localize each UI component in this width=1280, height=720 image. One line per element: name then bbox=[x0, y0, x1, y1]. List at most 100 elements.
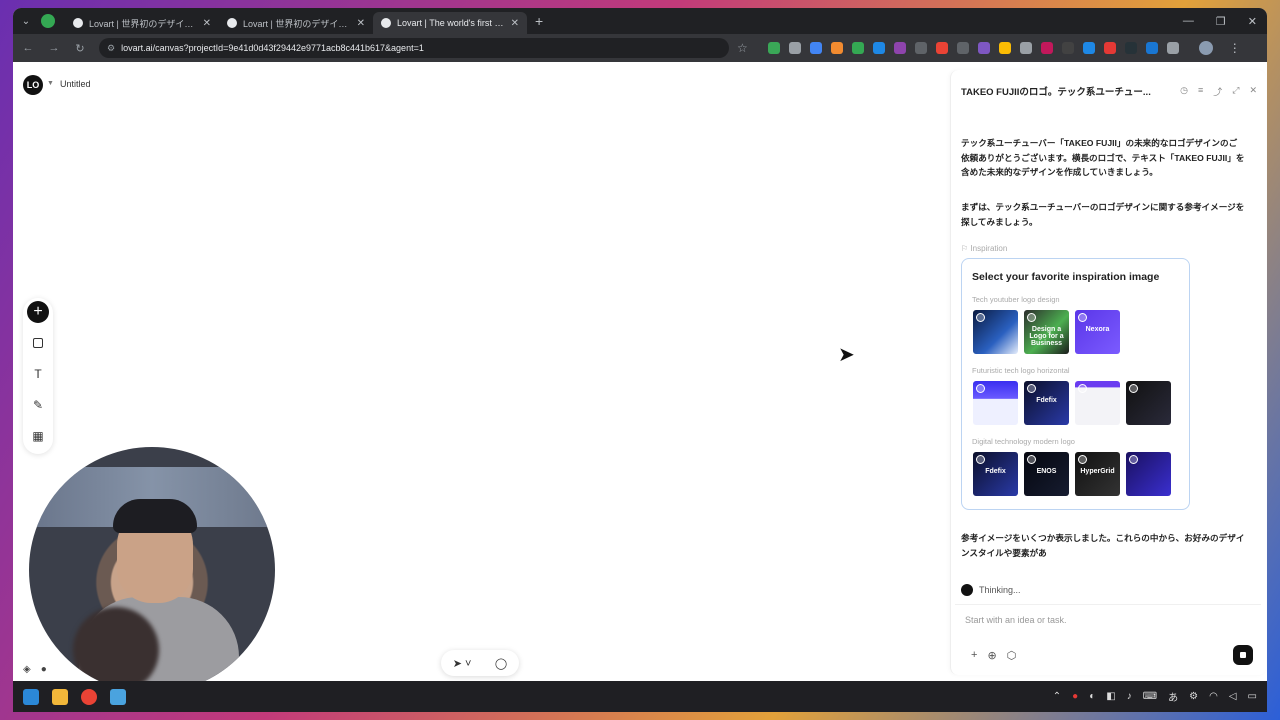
volume-icon[interactable]: ◁ bbox=[1229, 691, 1237, 702]
back-icon[interactable]: ← bbox=[21, 42, 35, 54]
select-checkbox[interactable] bbox=[1078, 455, 1087, 464]
select-checkbox[interactable] bbox=[976, 455, 985, 464]
chevron-up-icon[interactable]: ⌃ bbox=[1053, 691, 1061, 702]
settings-icon[interactable]: ⚙ bbox=[1189, 691, 1198, 702]
inspiration-thumb[interactable] bbox=[973, 381, 1018, 425]
inspiration-thumb[interactable] bbox=[1126, 381, 1171, 425]
browser-tab-3[interactable]: Lovart | The world's first design... ✕ bbox=[373, 12, 527, 34]
close-tab-icon[interactable]: ✕ bbox=[357, 18, 365, 29]
chrome-icon[interactable] bbox=[81, 688, 97, 705]
select-checkbox[interactable] bbox=[1078, 313, 1087, 322]
user-avatar-icon[interactable] bbox=[1198, 41, 1213, 55]
select-checkbox[interactable] bbox=[1027, 313, 1036, 322]
select-checkbox[interactable] bbox=[976, 313, 985, 322]
extension-icon[interactable] bbox=[914, 42, 927, 54]
site-info-icon[interactable]: ⚙ bbox=[107, 43, 115, 54]
close-tab-icon[interactable]: ✕ bbox=[511, 18, 519, 29]
select-checkbox[interactable] bbox=[1027, 455, 1036, 464]
cube-icon[interactable]: ⬡ bbox=[1007, 649, 1017, 662]
select-checkbox[interactable] bbox=[1129, 455, 1138, 464]
pencil-tool-button[interactable]: ✎ bbox=[27, 394, 49, 416]
tray-app-icon[interactable]: ● bbox=[1072, 691, 1078, 702]
share-icon[interactable]: ⤴ bbox=[1213, 85, 1222, 98]
chat-input[interactable]: Start with an idea or task. bbox=[965, 615, 1067, 625]
extension-icon[interactable] bbox=[767, 42, 780, 54]
tray-app-icon[interactable]: ◧ bbox=[1106, 691, 1115, 702]
inspiration-thumb[interactable] bbox=[1075, 381, 1120, 425]
profile-icon[interactable] bbox=[41, 14, 55, 28]
layers-icon[interactable]: ◈ bbox=[23, 664, 31, 675]
close-window-icon[interactable]: ✕ bbox=[1248, 15, 1257, 28]
layout-tool-button[interactable]: ▦ bbox=[27, 425, 49, 447]
select-tool-icon[interactable]: ➤ ˅ bbox=[453, 657, 472, 670]
select-checkbox[interactable] bbox=[1027, 384, 1036, 393]
browser-tab-1[interactable]: Lovart | 世界初のデザインエージェ... ✕ bbox=[65, 12, 219, 34]
extension-icon[interactable] bbox=[998, 42, 1011, 54]
windows-start-icon[interactable] bbox=[23, 688, 39, 705]
tray-app-icon[interactable]: ◐ bbox=[1089, 691, 1095, 702]
comment-tool-icon[interactable]: ◯ bbox=[495, 657, 507, 670]
extension-icon[interactable] bbox=[1082, 42, 1095, 54]
extension-icon[interactable] bbox=[788, 42, 801, 54]
extension-icon[interactable] bbox=[956, 42, 969, 54]
browser-menu-icon[interactable]: ⋮ bbox=[1229, 41, 1241, 55]
ime-icon[interactable]: あ bbox=[1168, 689, 1178, 704]
extension-icon[interactable] bbox=[935, 42, 948, 54]
extension-icon[interactable] bbox=[851, 42, 864, 54]
extension-icon[interactable] bbox=[1040, 42, 1053, 54]
select-checkbox[interactable] bbox=[1129, 313, 1138, 322]
file-explorer-icon[interactable] bbox=[52, 688, 68, 705]
browser-tab-2[interactable]: Lovart | 世界初のデザインエージェ... ✕ bbox=[219, 12, 373, 34]
reload-icon[interactable]: ↻ bbox=[73, 42, 87, 55]
notepad-icon[interactable] bbox=[110, 688, 126, 705]
inspiration-thumb[interactable]: ENOS bbox=[1024, 452, 1069, 496]
inspiration-thumb[interactable]: Fdefix bbox=[1024, 381, 1069, 425]
select-checkbox[interactable] bbox=[1078, 384, 1087, 393]
bookmark-star-icon[interactable]: ☆ bbox=[737, 41, 748, 55]
new-tab-button[interactable]: + bbox=[535, 13, 543, 29]
extension-icon[interactable] bbox=[830, 42, 843, 54]
inspiration-thumb[interactable]: Nexora bbox=[1075, 310, 1120, 354]
select-checkbox[interactable] bbox=[976, 384, 985, 393]
extension-icon[interactable] bbox=[977, 42, 990, 54]
project-title[interactable]: Untitled bbox=[60, 79, 91, 89]
close-tab-icon[interactable]: ✕ bbox=[203, 18, 211, 29]
globe-icon[interactable]: ⊕ bbox=[987, 649, 996, 662]
stop-button[interactable] bbox=[1233, 645, 1253, 665]
extension-icon[interactable] bbox=[1103, 42, 1116, 54]
extension-icon[interactable] bbox=[1145, 42, 1158, 54]
collapse-panel-icon[interactable]: ✕ bbox=[1249, 85, 1257, 98]
inspiration-thumb[interactable]: Fdefix bbox=[973, 452, 1018, 496]
list-icon[interactable]: ≡ bbox=[1198, 85, 1203, 98]
inspiration-thumb[interactable]: Design a Logo for a Business bbox=[1024, 310, 1069, 354]
extension-icon[interactable] bbox=[1124, 42, 1137, 54]
help-icon[interactable]: ● bbox=[41, 664, 47, 675]
chevron-down-icon[interactable]: ▼ bbox=[47, 80, 54, 87]
inspiration-thumb[interactable] bbox=[973, 310, 1018, 354]
microphone-icon[interactable]: ♪ bbox=[1127, 691, 1132, 702]
extension-icon[interactable] bbox=[872, 42, 885, 54]
select-checkbox[interactable] bbox=[1129, 384, 1138, 393]
extension-icon[interactable] bbox=[893, 42, 906, 54]
keyboard-icon[interactable]: ⌨ bbox=[1143, 691, 1157, 702]
battery-icon[interactable]: ▭ bbox=[1248, 691, 1257, 702]
text-tool-button[interactable]: T bbox=[27, 363, 49, 385]
add-tool-button[interactable]: + bbox=[27, 301, 49, 323]
history-icon[interactable]: ◷ bbox=[1180, 85, 1188, 98]
minimize-icon[interactable]: — bbox=[1183, 15, 1194, 28]
inspiration-thumb[interactable] bbox=[1126, 310, 1171, 354]
tab-search-icon[interactable]: ⌄ bbox=[17, 12, 35, 30]
inspiration-thumb[interactable]: HyperGrid bbox=[1075, 452, 1120, 496]
expand-icon[interactable]: ⤢ bbox=[1232, 85, 1239, 98]
maximize-icon[interactable]: ❐ bbox=[1216, 15, 1226, 28]
extensions-puzzle-icon[interactable] bbox=[1166, 42, 1179, 54]
extension-icon[interactable] bbox=[1019, 42, 1032, 54]
extension-icon[interactable] bbox=[1061, 42, 1074, 54]
forward-icon[interactable]: → bbox=[47, 42, 61, 54]
frame-tool-button[interactable] bbox=[27, 332, 49, 354]
chat-input-area[interactable]: Start with an idea or task. + ⊕ ⬡ bbox=[955, 604, 1261, 670]
plus-icon[interactable]: + bbox=[971, 649, 977, 662]
lovart-logo[interactable]: LO bbox=[23, 75, 43, 95]
wifi-icon[interactable]: ◠ bbox=[1209, 691, 1218, 702]
address-bar[interactable]: ⚙ lovart.ai/canvas?projectId=9e41d0d43f2… bbox=[99, 38, 729, 58]
